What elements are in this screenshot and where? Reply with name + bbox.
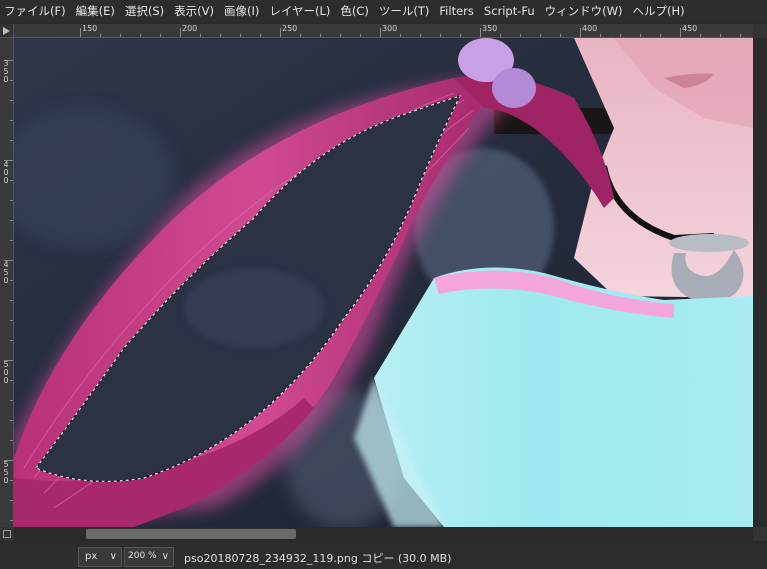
horizontal-scroll-thumb[interactable] [86,529,296,539]
ruler-label: 250 [282,24,298,33]
menu-script-fu[interactable]: Script-Fu [484,4,535,18]
ruler-label: 500 [3,360,9,385]
menu-bar: ファイル(F) 編集(E) 選択(S) 表示(V) 画像(I) レイヤー(L) … [0,0,767,22]
horizontal-ruler[interactable]: 150 200 250 300 350 400 450 [14,24,753,38]
ruler-label: 150 [82,24,98,33]
chevron-down-icon: ∨ [161,551,169,562]
file-info: pso20180728_234932_119.png コピー (30.0 MB) [184,552,452,565]
menu-help[interactable]: ヘルプ(H) [633,3,685,19]
ruler-label: 400 [582,24,598,33]
image-canvas[interactable] [14,38,753,527]
vertical-scrollbar[interactable] [753,38,767,527]
zoom-dropdown[interactable]: 200 % ∨ [124,547,174,567]
menu-windows[interactable]: ウィンドウ(W) [545,3,623,19]
menu-image[interactable]: 画像(I) [224,3,259,19]
quick-mask-icon [3,530,11,538]
menu-tools[interactable]: ツール(T) [379,3,430,19]
menu-layer[interactable]: レイヤー(L) [269,3,330,19]
ruler-label: 550 [3,460,9,485]
chevron-down-icon: ∨ [109,551,117,562]
unit-value: px [85,551,98,562]
vertical-ruler[interactable]: 350 400 450 500 550 [0,38,14,527]
menu-colors[interactable]: 色(C) [340,3,369,19]
menu-filters[interactable]: Filters [439,4,473,18]
zoom-image-toggle[interactable] [753,24,767,38]
unit-dropdown[interactable]: px ∨ [78,547,122,567]
ruler-label: 200 [182,24,198,33]
arrow-right-icon [3,27,10,35]
menu-file[interactable]: ファイル(F) [4,3,66,19]
ruler-label: 300 [382,24,398,33]
menu-edit[interactable]: 編集(E) [76,3,115,19]
horizontal-scrollbar[interactable] [14,527,753,541]
ruler-label: 450 [682,24,698,33]
ruler-label: 400 [3,160,9,185]
quick-mask-toggle[interactable] [0,527,14,541]
zoom-value: 200 % [128,551,157,561]
navigate-button[interactable] [753,527,767,541]
canvas-image [14,38,753,527]
image-menu-button[interactable] [0,24,14,38]
ruler-label: 450 [3,260,9,285]
menu-select[interactable]: 選択(S) [125,3,164,19]
menu-view[interactable]: 表示(V) [174,3,214,19]
ruler-label: 350 [482,24,498,33]
ruler-label: 350 [3,59,9,84]
